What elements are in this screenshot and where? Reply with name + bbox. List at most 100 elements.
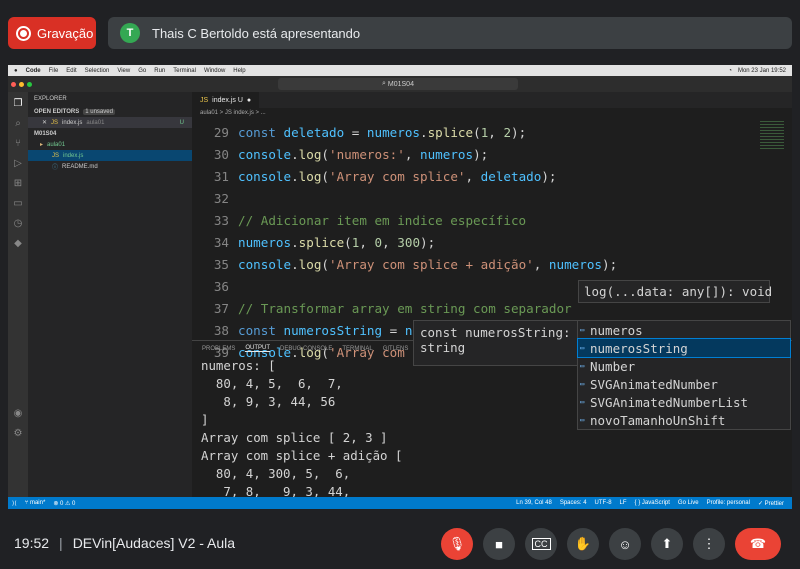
meeting-title: DEVin[Audaces] V2 - Aula [72,535,236,551]
dirty-dot-icon[interactable]: ● [247,97,251,104]
tab-problems[interactable]: PROBLEMS [202,346,235,352]
run-debug-icon[interactable]: ▷ [14,158,22,169]
remote-icon[interactable]: ⟩⟨ [12,500,17,507]
code-line[interactable]: 31 console. log('Array com splice', deleta… [192,165,752,187]
minimap[interactable] [760,121,784,151]
js-file-icon: JS [51,119,59,126]
prettier[interactable]: ✓ Prettier [758,500,784,507]
present-icon: ⬆ [661,536,673,551]
branch-status[interactable]: ⑂ main* [25,500,46,506]
leave-call-button[interactable]: ☎ [735,528,781,560]
indentation[interactable]: Spaces: 4 [560,500,587,507]
recording-label: Gravação [37,25,94,41]
menu-run[interactable]: Run [154,68,165,74]
go-live[interactable]: Go Live [678,500,699,507]
more-options-button[interactable]: ⋮ [693,528,725,560]
wifi-icon[interactable]: ◔ [728,68,732,74]
record-icon [16,25,31,41]
js-file-icon: JS [52,152,60,159]
close-icon[interactable]: ✕ [42,119,47,126]
raise-hand-button[interactable]: ✋ [567,528,599,560]
menu-file[interactable]: File [49,68,59,74]
info-icon: ⓘ [52,165,59,171]
file-readme[interactable]: ⓘ README.md [28,161,192,172]
cursor-position[interactable]: Ln 39, Col 48 [516,500,552,507]
encoding[interactable]: UTF-8 [595,500,612,507]
variable-icon: ▭ [580,380,585,388]
clock: Mon 23 Jan 19:52 [737,67,786,74]
menu-window[interactable]: Window [204,68,225,74]
menu-selection[interactable]: Selection [85,68,110,74]
eol[interactable]: LF [620,500,627,507]
camera-button[interactable]: ■ [483,528,515,560]
suggestion-item[interactable]: ▭ Number [578,357,790,375]
search-icon[interactable]: ⌕ [15,118,21,129]
file-index-js[interactable]: JS index.js [28,150,192,161]
hand-icon: ✋ [574,536,592,551]
menu-edit[interactable]: Edit [66,68,76,74]
output-line: Array com splice + adição [ [201,448,403,463]
code-line[interactable]: 30 console. log('numeros:', numeros); [192,143,752,165]
signature-help: log(...data: any[]): void [578,280,772,303]
hover-line: string [420,340,466,355]
js-file-icon: JS [200,96,209,104]
docker-icon[interactable]: ◆ [14,238,22,249]
open-editors-header[interactable]: OPEN EDITORS 1 unsaved [28,106,192,117]
suggestion-item[interactable]: ▭ numerosString [577,338,791,358]
folder-icon: ▸ [40,142,44,148]
camera-icon: ■ [495,536,503,552]
tab-index-js[interactable]: JS index.js U ● [192,92,260,108]
mic-off-button[interactable]: 🎙 [441,528,473,560]
menu-view[interactable]: View [117,68,130,74]
recording-badge[interactable]: Gravação [8,17,96,49]
source-control-icon[interactable]: ⑂ [15,138,21,149]
menu-help[interactable]: Help [233,68,245,74]
code-line[interactable]: 35 console. log('Array com splice + adição… [192,253,752,275]
suggestion-item[interactable]: ▭ SVGAnimatedNumberList [578,393,790,411]
extensions-icon[interactable]: ⊞ [14,178,22,189]
output-line: 80, 4, 300, 5, 6, [201,466,351,481]
profile[interactable]: Profile: personal [707,500,750,507]
reactions-button[interactable]: ☺ [609,528,641,560]
tab-terminal[interactable]: TERMINAL [342,346,372,352]
zoom-window-icon[interactable] [27,81,32,87]
hangup-icon: ☎ [749,536,767,551]
tab-output[interactable]: OUTPUT [245,345,271,352]
code-line[interactable]: 32 [192,187,752,209]
command-center-search[interactable]: ⌕ M01S04 [278,78,518,90]
suggestion-item[interactable]: ▭ SVGAnimatedNumber [578,375,790,393]
account-icon[interactable]: ◉ [14,408,23,419]
open-editor-item[interactable]: ✕ JS index.js aula01 U [28,117,192,128]
emoji-icon: ☺ [618,536,632,552]
explorer-sidebar: EXPLORER OPEN EDITORS 1 unsaved ✕ JS index.… [28,92,192,497]
code-line[interactable]: 29 const deletado = numeros. splice(1, 2); [192,121,752,143]
minimize-window-icon[interactable] [19,81,24,87]
present-button[interactable]: ⬆ [651,528,683,560]
apple-icon[interactable]: ● [14,68,18,74]
folder-aula01[interactable]: ▸ aula01 [28,139,192,150]
breadcrumb[interactable]: aula01 > JS index.js > ... [192,108,792,118]
suggestion-item[interactable]: ▭ novoTamanhoUnShift [578,411,790,429]
captions-button[interactable]: CC [525,528,557,560]
code-line[interactable]: 34 numeros. splice(1, 0, 300); [192,231,752,253]
menu-code[interactable]: Code [26,68,41,74]
timeline-icon[interactable]: ◷ [14,218,23,229]
menu-go[interactable]: Go [138,68,146,74]
folder-root[interactable]: M01S04 [28,128,192,139]
captions-icon: CC [531,538,551,550]
separator: | [59,535,63,551]
mic-off-icon: 🎙 [448,536,466,551]
files-icon[interactable]: ❐ [14,98,23,109]
code-line[interactable]: 33// Adicionar item em indice específico [192,209,752,231]
problems-status[interactable]: ⊗ 0 ⚠ 0 [53,500,75,507]
tab-debug-console[interactable]: DEBUG CONSOLE [280,346,332,352]
close-window-icon[interactable] [11,81,16,87]
settings-gear-icon[interactable]: ⚙ [14,428,23,439]
status-bar: ⟩⟨ ⑂ main* ⊗ 0 ⚠ 0 Ln 39, Col 48 Spaces:… [8,497,792,509]
suggestion-item[interactable]: ▭ numeros [578,321,790,339]
remote-icon[interactable]: ▭ [13,198,22,209]
language-mode[interactable]: { } JavaScript [635,500,670,507]
tab-gitlens[interactable]: GITLENS [383,346,409,352]
menu-terminal[interactable]: Terminal [173,68,196,74]
variable-icon: ▭ [580,344,585,352]
